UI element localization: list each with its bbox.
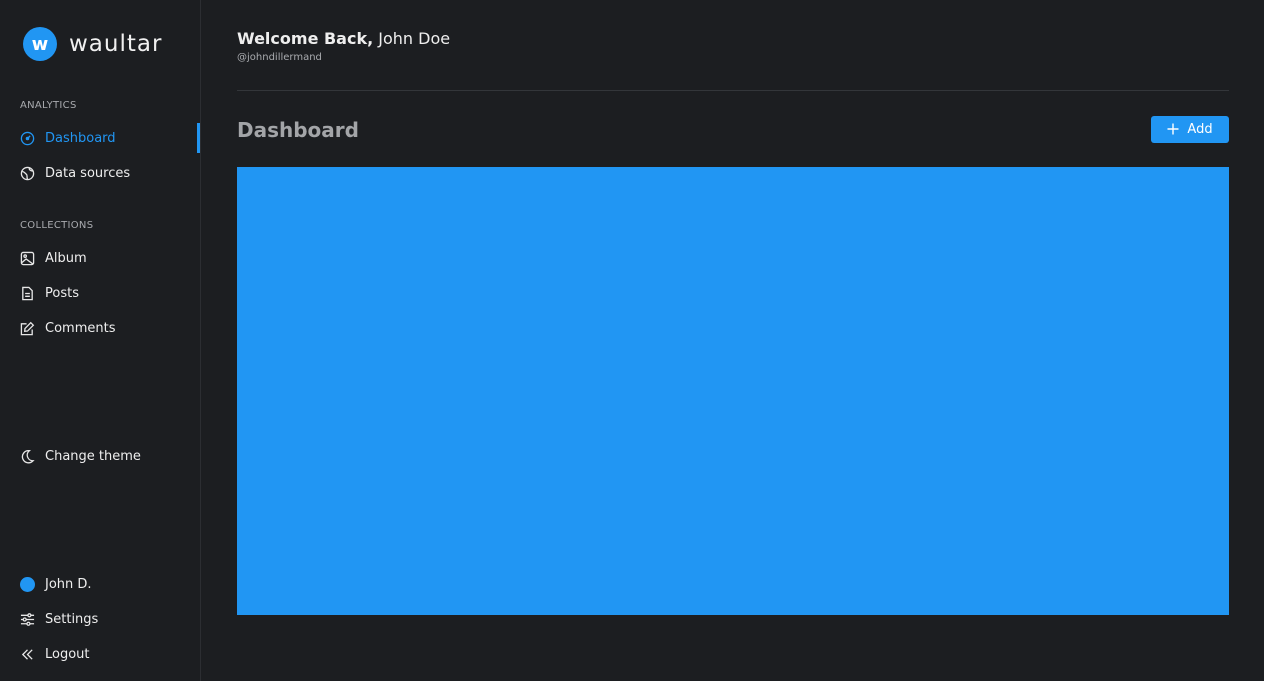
sidebar-item-posts[interactable]: Posts <box>0 278 200 308</box>
header-divider <box>237 90 1229 91</box>
sidebar-item-settings[interactable]: Settings <box>0 604 200 634</box>
sidebar-item-label: Comments <box>45 320 116 336</box>
sidebar-item-label: Album <box>45 250 87 266</box>
sidebar-item-dashboard[interactable]: Dashboard <box>0 123 200 153</box>
avatar <box>20 576 35 592</box>
moon-icon <box>20 449 35 464</box>
welcome-label: Welcome Back, <box>237 29 374 48</box>
logo-icon: w <box>23 27 57 61</box>
sidebar: w waultar ANALYTICS Dashboard Data sourc… <box>0 0 201 681</box>
page-title: Dashboard <box>237 118 359 142</box>
sidebar-item-data-sources[interactable]: Data sources <box>0 158 200 188</box>
app-name: waultar <box>69 31 163 57</box>
sidebar-item-user[interactable]: John D. <box>0 569 200 599</box>
app-window: w waultar ANALYTICS Dashboard Data sourc… <box>0 0 1264 681</box>
globe-icon <box>20 166 35 181</box>
sidebar-item-label: Posts <box>45 285 79 301</box>
sidebar-item-label: Data sources <box>45 165 131 181</box>
welcome-heading: Welcome Back, John Doe <box>237 29 450 48</box>
dashboard-gauge-icon <box>20 131 35 146</box>
double-chevron-left-icon <box>20 647 35 662</box>
add-button-label: Add <box>1187 122 1213 137</box>
document-icon <box>20 286 35 301</box>
user-full-name: John Doe <box>373 29 451 48</box>
sidebar-item-label: Change theme <box>45 448 141 464</box>
plus-icon <box>1167 122 1179 138</box>
section-label-collections: COLLECTIONS <box>20 220 94 231</box>
add-button[interactable]: Add <box>1151 116 1229 143</box>
edit-icon <box>20 321 35 336</box>
sliders-icon <box>20 612 35 627</box>
sidebar-item-change-theme[interactable]: Change theme <box>0 441 200 471</box>
sidebar-item-label: Logout <box>45 646 90 662</box>
username-handle: @johndillermand <box>237 52 322 63</box>
section-label-analytics: ANALYTICS <box>20 100 77 111</box>
logo[interactable]: w waultar <box>23 27 162 61</box>
sidebar-item-logout[interactable]: Logout <box>0 639 200 669</box>
sidebar-item-label: Dashboard <box>45 130 116 146</box>
sidebar-item-label: Settings <box>45 611 99 627</box>
image-icon <box>20 251 35 266</box>
sidebar-item-comments[interactable]: Comments <box>0 313 200 343</box>
dashboard-content-panel <box>237 167 1229 615</box>
sidebar-item-label: John D. <box>45 576 92 592</box>
avatar-dot <box>20 576 35 592</box>
sidebar-item-album[interactable]: Album <box>0 243 200 273</box>
